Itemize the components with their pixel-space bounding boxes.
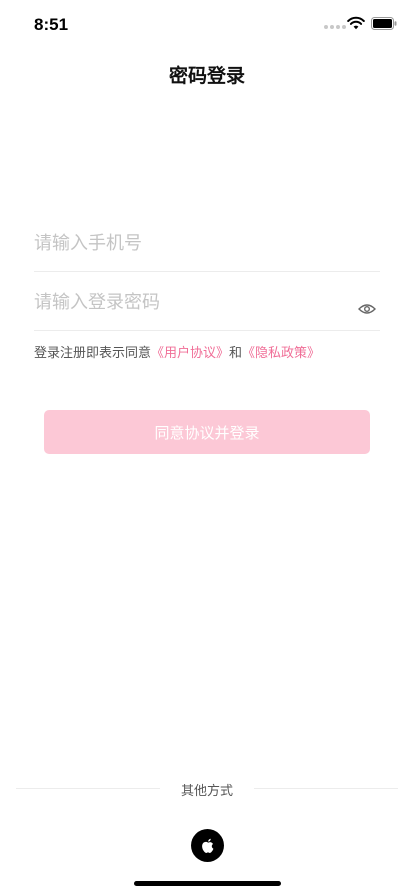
status-bar: 8:51 <box>0 0 414 50</box>
login-button[interactable]: 同意协议并登录 <box>44 410 370 454</box>
battery-icon <box>371 17 397 30</box>
other-methods-label: 其他方式 <box>180 784 233 799</box>
user-agreement-link[interactable]: 《用户协议》 <box>151 346 229 361</box>
privacy-policy-link[interactable]: 《隐私政策》 <box>242 346 320 361</box>
password-field <box>34 273 380 331</box>
password-input[interactable] <box>34 273 344 331</box>
agreement-conjunction: 和 <box>229 346 243 361</box>
cellular-signal-icon <box>324 25 346 29</box>
wifi-icon <box>347 16 365 30</box>
phone-input[interactable] <box>34 214 344 272</box>
status-time: 8:51 <box>34 15 69 34</box>
agreement-text: 登录注册即表示同意《用户协议》和《隐私政策》 <box>34 342 320 361</box>
home-indicator <box>134 881 281 886</box>
agreement-prefix: 登录注册即表示同意 <box>34 346 152 361</box>
page-title: 密码登录 <box>168 65 245 87</box>
phone-field <box>34 214 380 272</box>
divider-right <box>254 788 398 789</box>
eye-icon[interactable] <box>358 302 376 316</box>
apple-login-button[interactable] <box>191 829 224 862</box>
apple-icon <box>201 838 213 853</box>
